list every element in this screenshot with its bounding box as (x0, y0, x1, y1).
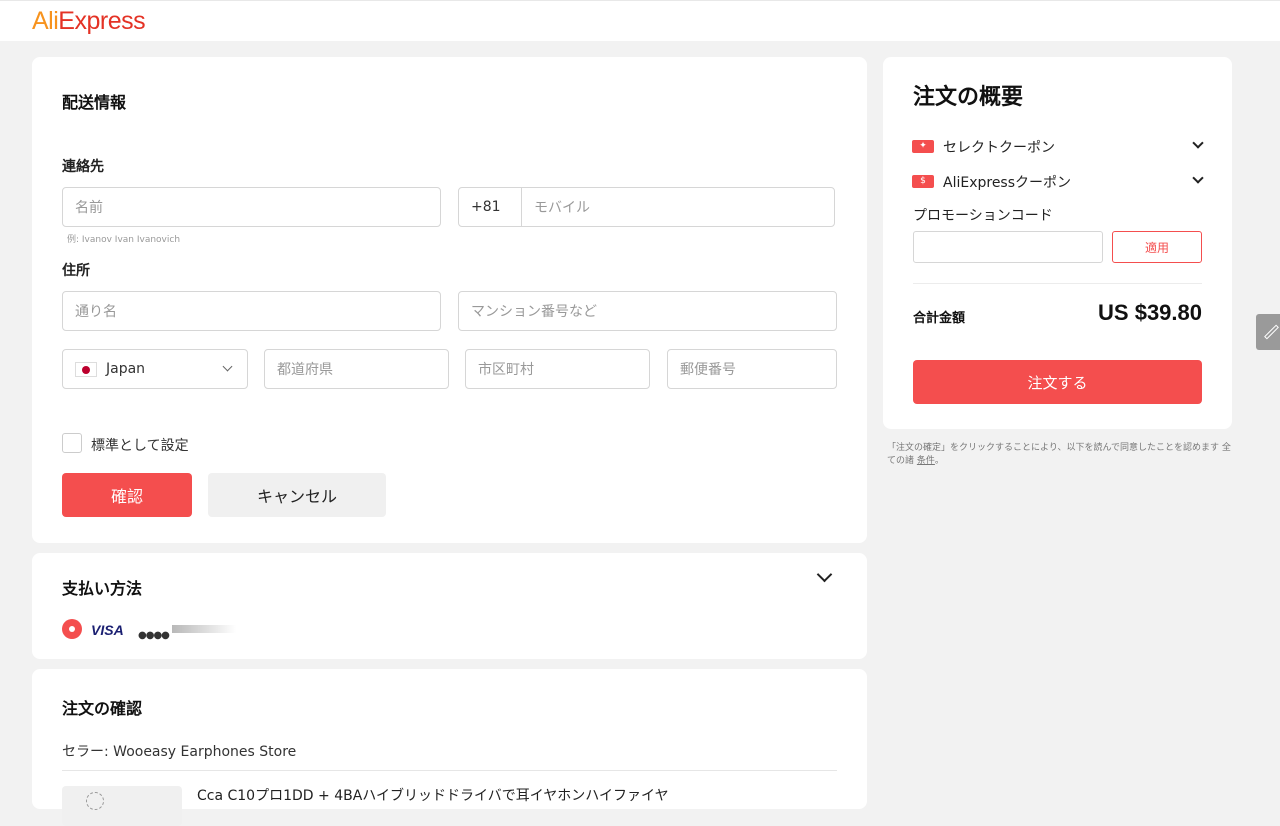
confirm-button[interactable]: 確認 (62, 473, 192, 517)
postal-input[interactable]: 郵便番号 (667, 349, 837, 389)
payment-radio[interactable] (62, 619, 82, 639)
apartment-input[interactable]: マンション番号など (458, 291, 837, 331)
name-input[interactable]: 名前 (62, 187, 441, 227)
terms-link[interactable]: 条件 (917, 456, 935, 466)
chevron-down-icon (1192, 172, 1204, 184)
top-bar: AliExpress (0, 0, 1280, 41)
divider (913, 283, 1202, 284)
shipping-card: 配送情報 連絡先 名前 例: Ivanov Ivan Ivanovich +81… (32, 57, 867, 543)
apply-button[interactable]: 適用 (1112, 231, 1202, 263)
review-title: 注文の確認 (62, 699, 143, 718)
chevron-down-icon[interactable] (816, 566, 833, 583)
coupon-icon: ✦ (912, 140, 934, 153)
order-review-card: 注文の確認 セラー: Wooeasy Earphones Store Cca C… (32, 669, 867, 826)
shipping-title: 配送情報 (62, 93, 127, 112)
seller-name[interactable]: セラー: Wooeasy Earphones Store (62, 741, 296, 761)
payment-title: 支払い方法 (62, 579, 143, 598)
country-code[interactable]: +81 (459, 188, 522, 226)
default-checkbox[interactable] (62, 433, 82, 453)
feedback-button[interactable] (1256, 314, 1280, 350)
prefecture-input[interactable]: 都道府県 (264, 349, 449, 389)
promo-input[interactable] (913, 231, 1103, 263)
promo-label: プロモーションコード (913, 208, 1053, 224)
chevron-down-icon (1192, 137, 1204, 149)
aliexpress-coupon-row[interactable]: $ AliExpressクーポン (912, 172, 1204, 192)
total-value: US $39.80 (1098, 300, 1202, 325)
address-label: 住所 (62, 263, 90, 279)
terms-note: 「注文の確定」をクリックすることにより、以下を読んで同意したことを認めます 全て… (887, 443, 1231, 466)
product-title[interactable]: Cca C10プロ1DD + 4BAハイブリッドドライバで耳イヤホンハイファイヤ (197, 785, 669, 805)
default-checkbox-label: 標準として設定 (91, 438, 189, 454)
japan-flag-icon (75, 361, 97, 377)
mobile-placeholder: モバイル (534, 200, 590, 216)
aliexpress-logo[interactable]: AliExpress (32, 7, 146, 36)
visa-icon: VISA (91, 622, 124, 638)
name-hint: 例: Ivanov Ivan Ivanovich (67, 235, 181, 245)
pencil-icon (1264, 324, 1279, 340)
select-coupon-row[interactable]: ✦ セレクトクーポン (912, 137, 1204, 157)
phone-input[interactable]: +81 モバイル (458, 187, 835, 227)
place-order-button[interactable]: 注文する (913, 360, 1202, 404)
card-number-mask: ●●●● (138, 623, 238, 641)
payment-card: 支払い方法 VISA ●●●● (32, 553, 867, 659)
street-input[interactable]: 通り名 (62, 291, 441, 331)
cancel-button[interactable]: キャンセル (208, 473, 386, 517)
total-label: 合計金額 (913, 311, 966, 326)
city-input[interactable]: 市区町村 (465, 349, 650, 389)
chevron-down-icon (222, 361, 233, 372)
dollar-coupon-icon: $ (912, 175, 934, 188)
order-summary-card: 注文の概要 ✦ セレクトクーポン $ AliExpressクーポン プロモーショ… (883, 57, 1232, 429)
country-select[interactable]: Japan (62, 349, 248, 389)
divider (62, 770, 837, 771)
product-image[interactable] (62, 786, 182, 826)
summary-title: 注文の概要 (913, 85, 1024, 110)
contact-label: 連絡先 (62, 159, 104, 175)
earphone-icon (86, 792, 104, 810)
